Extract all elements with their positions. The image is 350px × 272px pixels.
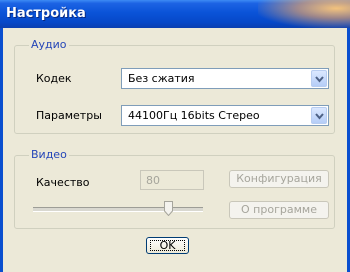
window-title: Настройка: [6, 6, 86, 21]
params-dropdown-button[interactable]: [311, 107, 327, 124]
about-button[interactable]: О программе: [229, 201, 329, 219]
audio-group-title: Аудио: [29, 38, 69, 51]
codec-dropdown[interactable]: Без сжатия: [121, 68, 329, 89]
title-bar-glow: [258, 0, 350, 28]
ok-button[interactable]: OK: [146, 237, 189, 254]
codec-value: Без сжатия: [128, 72, 195, 85]
quality-value: 80: [146, 174, 160, 187]
params-value: 44100Гц 16bits Стерео: [128, 109, 260, 122]
codec-dropdown-button[interactable]: [311, 70, 327, 87]
params-label: Параметры: [36, 109, 102, 122]
quality-slider-track[interactable]: [33, 207, 203, 212]
quality-slider-thumb[interactable]: [164, 201, 173, 216]
params-dropdown[interactable]: 44100Гц 16bits Стерео: [121, 105, 329, 126]
ok-label: OK: [159, 239, 176, 252]
codec-label: Кодек: [36, 72, 72, 85]
quality-input[interactable]: 80: [140, 170, 204, 190]
configure-button[interactable]: Конфигурация: [229, 170, 329, 188]
chevron-down-icon: [315, 113, 324, 120]
quality-label: Качество: [36, 176, 90, 189]
window-frame-left: [0, 28, 3, 272]
video-group-title: Видео: [29, 148, 69, 161]
chevron-down-icon: [315, 76, 324, 83]
